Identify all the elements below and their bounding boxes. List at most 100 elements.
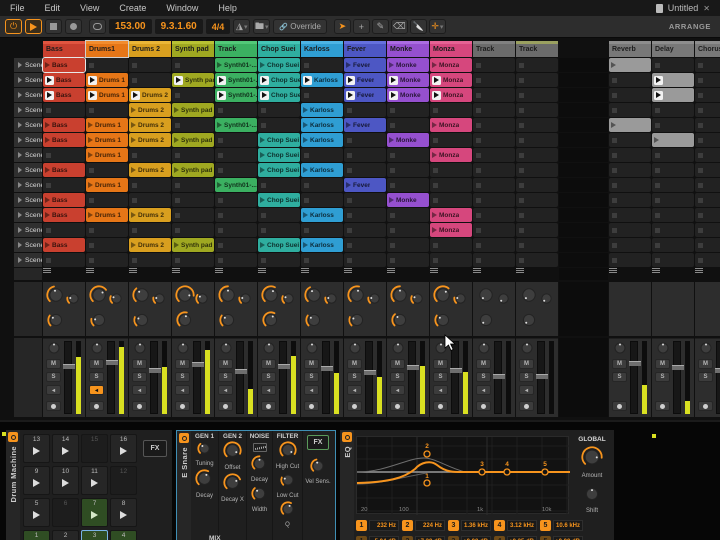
drum-pad-13[interactable]: 13 (23, 434, 50, 463)
clip-menu-icon[interactable] (652, 268, 694, 273)
clip-slot-empty[interactable] (516, 208, 558, 222)
clip-menu-icon[interactable] (86, 268, 128, 273)
record-arm-button[interactable] (433, 401, 448, 411)
play-button[interactable] (25, 19, 42, 34)
drum-pad-8[interactable]: 8 (110, 498, 137, 527)
knife-tool-button[interactable]: 🔪 (410, 19, 427, 34)
clip-slot-empty[interactable] (473, 133, 515, 147)
clip-slot-empty[interactable] (652, 223, 694, 237)
clip-menu-icon[interactable] (473, 268, 515, 273)
send-knob-delay[interactable] (367, 291, 382, 311)
clip-slot-empty[interactable] (344, 103, 386, 117)
record-arm-button[interactable] (347, 401, 362, 411)
clip-synth01-[interactable]: Synth01-... (215, 118, 257, 132)
send-knob-delay[interactable] (109, 291, 124, 311)
scene-launch-7[interactable]: Scene 7 (14, 148, 42, 162)
send-knob-chorus[interactable] (219, 311, 237, 334)
clip-slot-empty[interactable] (609, 223, 651, 237)
mute-button[interactable]: M (175, 359, 190, 369)
mute-button[interactable]: M (612, 359, 627, 369)
send-knob-chorus[interactable] (262, 311, 280, 334)
send-knob-delay[interactable] (410, 291, 425, 311)
clip-slot-empty[interactable] (215, 208, 257, 222)
clip-slot-empty[interactable] (301, 253, 343, 267)
band-gain-value[interactable]: +0.35 dB (507, 536, 537, 540)
clip-menu-icon[interactable] (344, 268, 386, 273)
clip-bass[interactable]: Bass (43, 73, 85, 87)
clip-drums-1[interactable]: Drums 1 (86, 118, 128, 132)
monitor-button[interactable]: ◂ (390, 385, 405, 395)
pencil-tool-button[interactable]: ✎ (372, 19, 389, 34)
volume-fader[interactable] (236, 341, 244, 414)
clip-menu-icon[interactable] (516, 268, 558, 273)
clip-slot-empty[interactable] (172, 148, 214, 162)
clip-slot-empty[interactable] (516, 163, 558, 177)
send-knob-chorus[interactable] (47, 311, 65, 334)
metronome-button[interactable]: ◮▾ (233, 19, 250, 34)
decay-knob[interactable] (195, 469, 214, 493)
clip-chop-suei[interactable]: Chop Suei (258, 163, 300, 177)
record-arm-button[interactable] (698, 401, 713, 411)
clip-slot-empty[interactable] (695, 118, 720, 132)
band-number-badge[interactable]: 1 (356, 520, 367, 531)
clip-drums-2[interactable]: Drums 2 (129, 238, 171, 252)
clip-chop-suei[interactable]: Chop Suei (258, 73, 300, 87)
track-header-drums-2[interactable]: Drums 2 (129, 41, 171, 57)
clip-slot-empty[interactable] (43, 223, 85, 237)
pan-knob[interactable] (261, 340, 277, 361)
clip-synth01-[interactable]: Synth01-... (215, 88, 257, 102)
device-power-button[interactable] (179, 433, 189, 443)
clip-slot-empty[interactable] (258, 223, 300, 237)
clip-slot-empty[interactable] (129, 73, 171, 87)
clip-synth-pad[interactable]: Synth pad (172, 103, 214, 117)
clip-slot-empty[interactable] (387, 223, 429, 237)
fader-handle[interactable] (235, 369, 247, 374)
clip-drums-2[interactable]: Drums 2 (129, 103, 171, 117)
drum-pad-2[interactable]: 2 (52, 530, 79, 540)
solo-button[interactable]: S (218, 372, 233, 382)
clip-slot-empty[interactable] (129, 223, 171, 237)
record-arm-button[interactable] (519, 401, 534, 411)
clip-monke[interactable]: Monke (387, 88, 429, 102)
clip-menu-icon[interactable] (695, 268, 720, 273)
scene-launch-13[interactable]: Scene 13 (14, 238, 42, 252)
clip-slot-empty[interactable] (652, 193, 694, 207)
clip-slot-empty[interactable] (516, 238, 558, 252)
clip-monza[interactable]: Monza (430, 88, 472, 102)
clip-slot-empty[interactable] (695, 148, 720, 162)
clip-slot-empty[interactable] (516, 118, 558, 132)
drum-pad-7[interactable]: 7 (81, 498, 108, 527)
pan-knob[interactable] (304, 340, 320, 361)
time-signature[interactable]: 4/4 (206, 19, 231, 34)
send-knob-reverb[interactable] (89, 285, 109, 310)
clip-slot-empty[interactable] (172, 118, 214, 132)
send-knob-reverb[interactable] (476, 285, 496, 310)
track-header-karloss[interactable]: Karloss (301, 41, 343, 57)
clip-delay[interactable] (652, 73, 694, 87)
menu-edit[interactable]: Edit (35, 3, 71, 13)
solo-button[interactable]: S (390, 372, 405, 382)
send-knob-reverb[interactable] (347, 285, 367, 310)
clip-slot-empty[interactable] (215, 238, 257, 252)
send-knob-delay[interactable] (281, 291, 296, 311)
clip-slot-empty[interactable] (609, 103, 651, 117)
mute-button[interactable]: M (390, 359, 405, 369)
fader-handle[interactable] (192, 362, 204, 367)
monitor-button[interactable]: ◂ (347, 385, 362, 395)
clip-slot-empty[interactable] (609, 88, 651, 102)
mute-button[interactable]: M (347, 359, 362, 369)
solo-button[interactable]: S (347, 372, 362, 382)
monitor-button[interactable]: ◂ (433, 385, 448, 395)
follow-playback-button[interactable]: ✛▾ (429, 19, 446, 34)
send-knob-chorus[interactable] (520, 311, 538, 334)
solo-button[interactable]: S (304, 372, 319, 382)
clip-drums-1[interactable]: Drums 1 (86, 88, 128, 102)
clip-slot-empty[interactable] (344, 253, 386, 267)
solo-button[interactable]: S (175, 372, 190, 382)
clip-slot-empty[interactable] (172, 58, 214, 72)
fader-handle[interactable] (149, 368, 161, 373)
clip-monza[interactable]: Monza (430, 148, 472, 162)
clip-drums-2[interactable]: Drums 2 (129, 118, 171, 132)
clip-monke[interactable]: Monke (387, 193, 429, 207)
mute-button[interactable]: M (519, 359, 534, 369)
